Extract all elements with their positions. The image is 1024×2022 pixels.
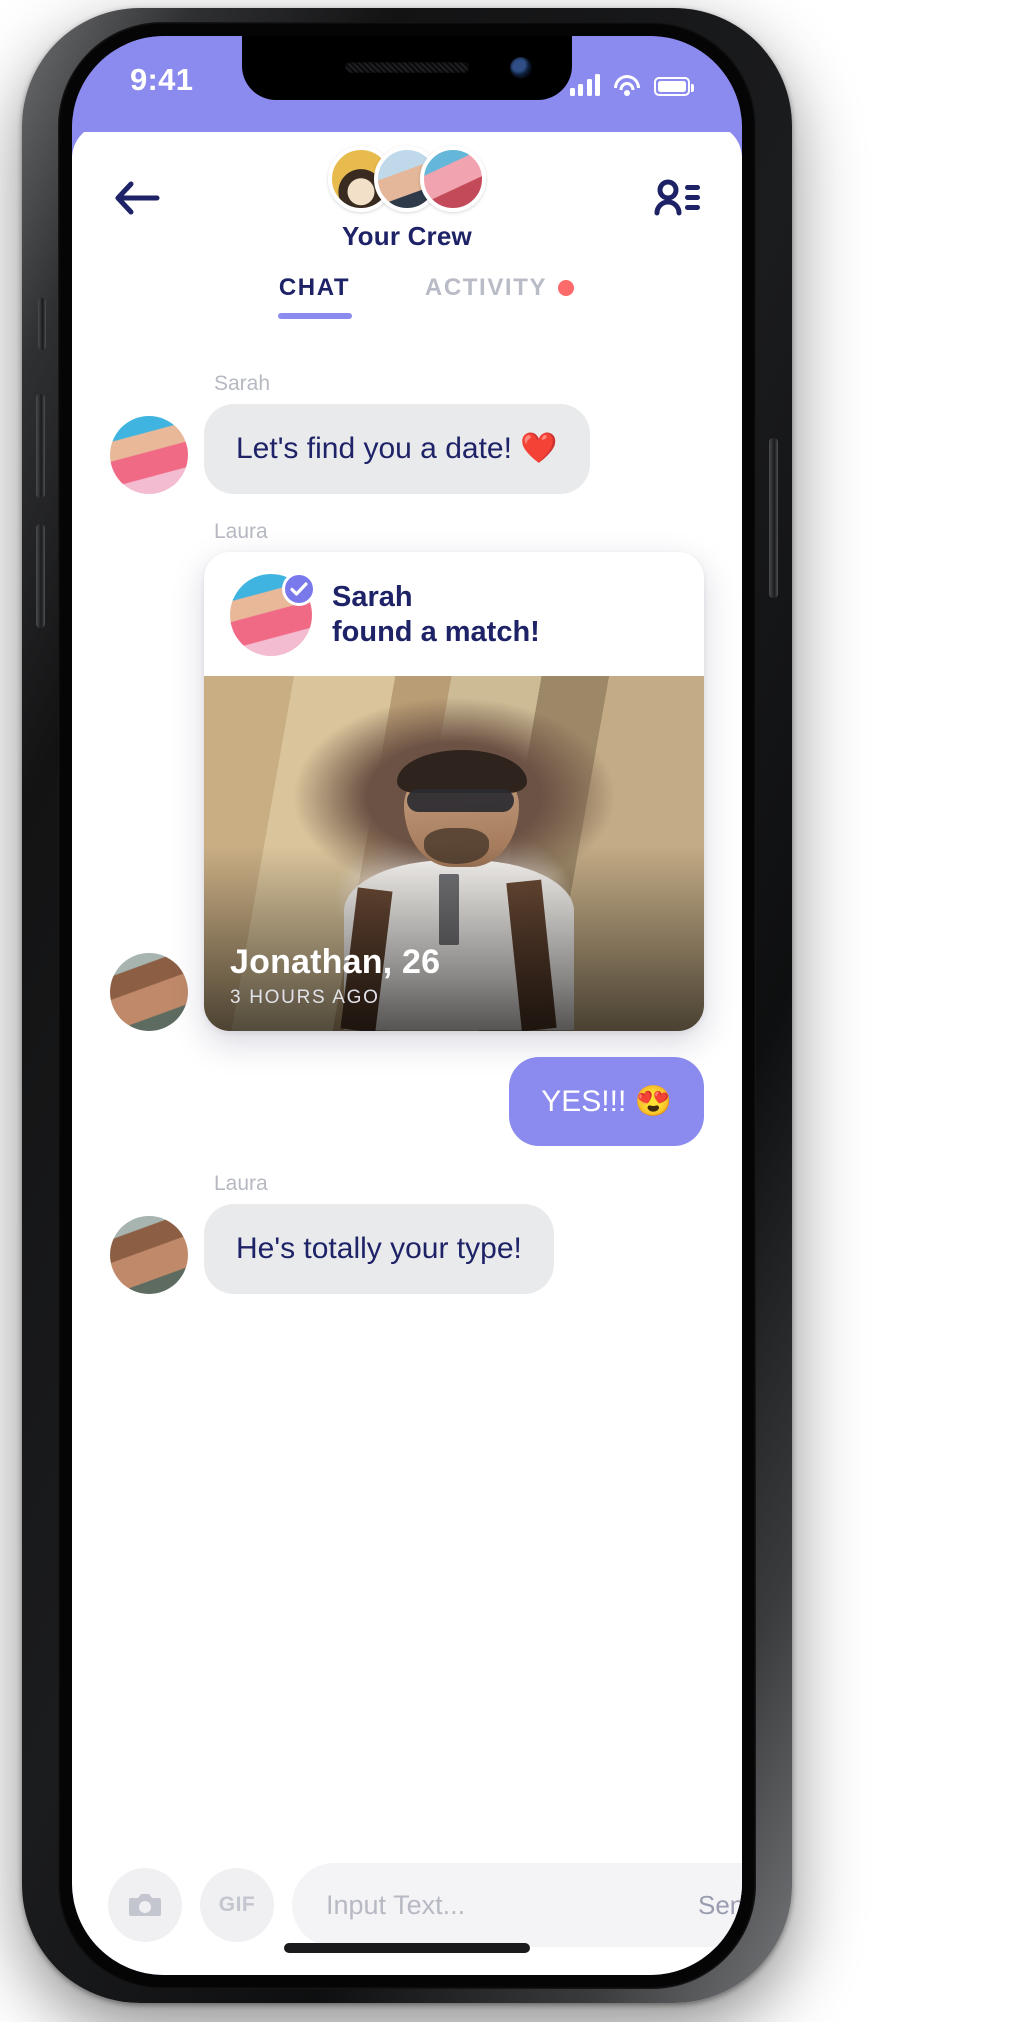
match-card-title: Sarah found a match!	[332, 580, 540, 650]
message-sender-label: Laura	[214, 519, 268, 543]
message-sender-label: Laura	[214, 1172, 268, 1195]
match-card[interactable]: Sarah found a match! Jonathan, 26 3 HOUR…	[204, 551, 704, 1031]
crew-avatar-stack	[328, 146, 486, 212]
tab-active-indicator	[277, 313, 352, 319]
members-button[interactable]	[646, 172, 708, 224]
back-arrow-icon	[115, 181, 160, 215]
avatar-laura[interactable]	[110, 952, 188, 1031]
phone-screen: 9:41 Your Crew CHAT ACTIVITY Sarah Let's…	[72, 36, 742, 1975]
match-info: Jonathan, 26 3 HOURS AGO	[230, 943, 440, 1009]
match-photo[interactable]: Jonathan, 26 3 HOURS AGO	[204, 675, 704, 1031]
home-indicator[interactable]	[284, 1943, 530, 1953]
match-card-avatar	[230, 571, 316, 656]
match-card-title-line2: found a match!	[332, 615, 540, 648]
message-row: Let's find you a date! ❤️	[110, 404, 704, 494]
message-row-match-card: Sarah found a match! Jonathan, 26 3 HOUR…	[110, 551, 704, 1031]
status-time: 9:41	[130, 62, 194, 97]
avatar-sarah[interactable]	[110, 415, 188, 494]
phone-frame: 9:41 Your Crew CHAT ACTIVITY Sarah Let's…	[22, 8, 792, 2003]
mute-switch[interactable]	[38, 298, 46, 350]
signal-bars-icon	[569, 74, 600, 96]
match-card-title-line1: Sarah	[332, 580, 413, 613]
page-title: Your Crew	[342, 221, 472, 251]
message-bubble-outgoing: YES!!! 😍	[509, 1056, 704, 1146]
app-header: Your Crew	[72, 124, 742, 274]
input-container[interactable]: Send	[292, 1863, 742, 1947]
message-list[interactable]: Sarah Let's find you a date! ❤️ Laura Sa…	[72, 344, 742, 1835]
tab-activity-label: ACTIVITY	[424, 274, 548, 301]
message-bubble: Let's find you a date! ❤️	[204, 404, 590, 494]
notch	[242, 36, 572, 100]
volume-up-button[interactable]	[36, 394, 45, 498]
back-button[interactable]	[106, 172, 168, 224]
app-surface: Your Crew CHAT ACTIVITY Sarah Let's find…	[72, 124, 742, 1975]
message-row: He's totally your type!	[110, 1204, 704, 1294]
person-list-icon	[654, 179, 700, 216]
crew-header[interactable]: Your Crew	[328, 146, 486, 252]
tab-chat[interactable]: CHAT	[222, 274, 407, 344]
match-timestamp: 3 HOURS AGO	[230, 986, 380, 1008]
message-row: YES!!! 😍	[110, 1056, 704, 1146]
match-card-header: Sarah found a match!	[204, 552, 704, 676]
check-badge-icon	[282, 571, 316, 606]
camera-button[interactable]	[108, 1868, 182, 1942]
tab-bar: CHAT ACTIVITY	[72, 274, 742, 344]
tab-activity[interactable]: ACTIVITY	[407, 274, 592, 344]
earpiece-speaker	[345, 62, 469, 73]
front-camera-icon	[510, 57, 532, 79]
battery-icon	[654, 77, 694, 96]
tab-chat-label: CHAT	[278, 274, 351, 301]
match-name: Jonathan, 26	[230, 942, 441, 981]
message-composer: GIF Send	[72, 1835, 742, 1975]
power-button[interactable]	[769, 438, 778, 598]
screenshot-root: 9:41 Your Crew CHAT ACTIVITY Sarah Let's…	[0, 0, 1024, 2022]
wifi-icon	[613, 75, 641, 96]
avatar-crew-3	[420, 146, 486, 212]
message-sender-label: Sarah	[214, 372, 271, 395]
message-bubble: He's totally your type!	[204, 1204, 554, 1294]
send-button[interactable]: Send	[680, 1890, 742, 1921]
volume-down-button[interactable]	[36, 524, 45, 628]
message-input[interactable]	[326, 1889, 680, 1921]
notification-dot-icon	[558, 280, 575, 296]
status-icons	[569, 70, 694, 96]
avatar-laura[interactable]	[110, 1215, 188, 1294]
phone-bezel: 9:41 Your Crew CHAT ACTIVITY Sarah Let's…	[58, 22, 756, 1989]
camera-icon	[129, 1894, 161, 1916]
gif-button[interactable]: GIF	[200, 1868, 274, 1942]
gif-label: GIF	[218, 1893, 256, 1916]
